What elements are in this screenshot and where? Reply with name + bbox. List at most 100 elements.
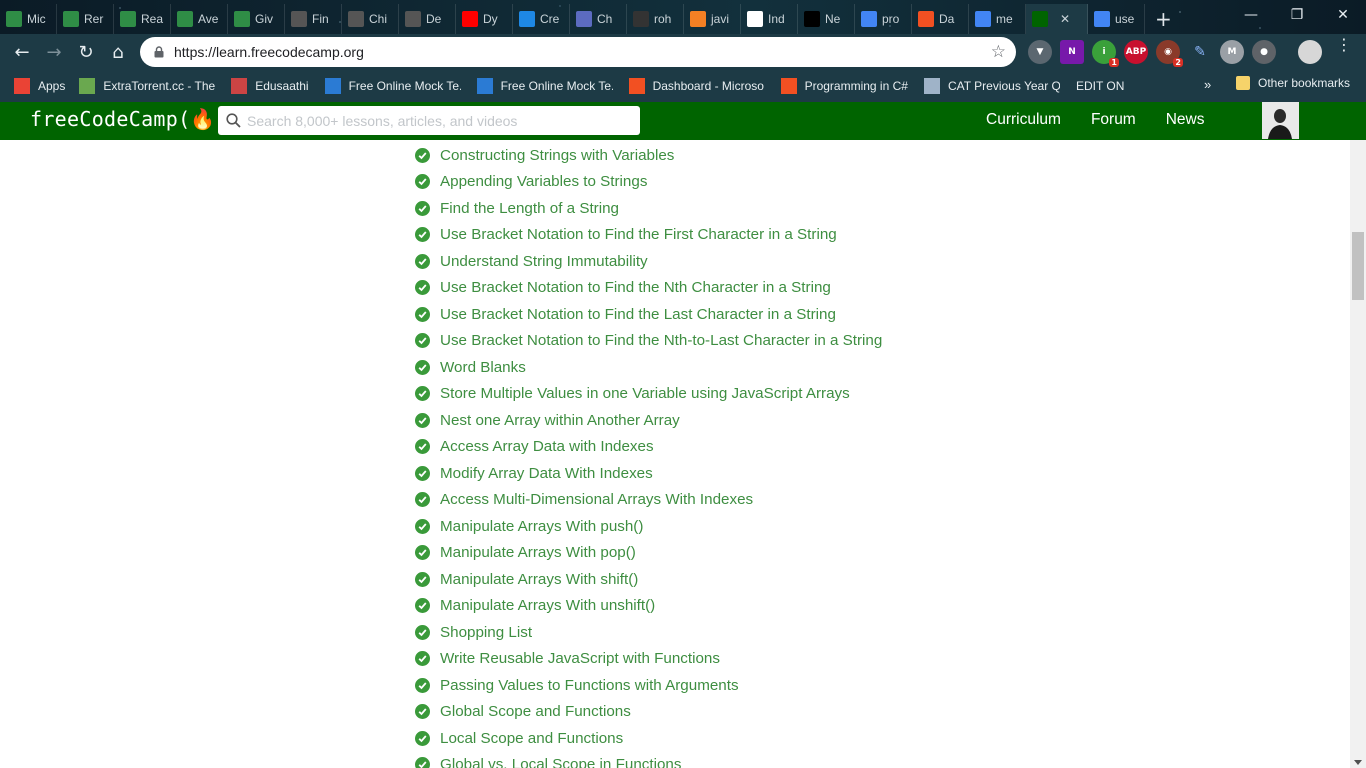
browser-tab[interactable]: De <box>399 4 456 34</box>
lesson-item: Manipulate Arrays With push() <box>415 513 882 540</box>
tab-strip: Mic Rer Rea Ave Giv Fin Chi De Dy Cre Ch roh javi Ind… <box>0 0 1366 34</box>
lesson-link[interactable]: Global Scope and Functions <box>440 703 631 720</box>
lesson-link[interactable]: Manipulate Arrays With shift() <box>440 571 638 588</box>
browser-menu-icon[interactable]: ⋮ <box>1336 37 1352 53</box>
m-extension-icon[interactable]: M <box>1220 40 1244 64</box>
check-circle-icon <box>415 147 430 163</box>
lesson-link[interactable]: Understand String Immutability <box>440 253 648 270</box>
browser-tab[interactable]: Giv <box>228 4 285 34</box>
lesson-link[interactable]: Appending Variables to Strings <box>440 173 647 190</box>
search-input[interactable] <box>247 112 627 129</box>
scrollbar-thumb[interactable] <box>1352 232 1364 300</box>
bookmark-item[interactable]: Edusaathi <box>231 78 309 94</box>
bookmark-item[interactable]: Free Online Mock Te... <box>476 78 613 94</box>
scroll-down-icon[interactable] <box>1354 760 1362 765</box>
browser-tab[interactable]: pro <box>855 4 912 34</box>
tab-title: Fin <box>312 12 329 26</box>
page-scrollbar[interactable] <box>1350 140 1366 768</box>
check-circle-icon <box>415 677 430 693</box>
lesson-link[interactable]: Use Bracket Notation to Find the Nth Cha… <box>440 279 831 296</box>
lesson-link[interactable]: Access Array Data with Indexes <box>440 438 654 455</box>
browser-tab[interactable]: Dy <box>456 4 513 34</box>
green-extension-icon[interactable]: i1 <box>1092 40 1119 67</box>
reload-icon[interactable]: ↻ <box>70 36 102 68</box>
browser-tab[interactable]: Ave <box>171 4 228 34</box>
browser-tab[interactable]: Chi <box>342 4 399 34</box>
minimize-icon[interactable]: — <box>1228 0 1274 30</box>
lesson-link[interactable]: Nest one Array within Another Array <box>440 412 680 429</box>
lesson-link[interactable]: Use Bracket Notation to Find the First C… <box>440 226 837 243</box>
bookmark-item[interactable]: Programming in C# <box>780 78 908 94</box>
lesson-link[interactable]: Passing Values to Functions with Argumen… <box>440 677 739 694</box>
profile-avatar-icon[interactable] <box>1298 40 1322 64</box>
lesson-link[interactable]: Write Reusable JavaScript with Functions <box>440 650 720 667</box>
bookmark-item[interactable]: ExtraTorrent.cc - The <box>79 78 215 94</box>
bookmark-label: Edusaathi <box>255 79 309 93</box>
browser-tab[interactable]: Cre <box>513 4 570 34</box>
close-tab-icon[interactable]: ✕ <box>1060 12 1070 26</box>
globe-extension-icon[interactable]: ● <box>1252 40 1276 64</box>
other-bookmarks[interactable]: Other bookmarks <box>1236 76 1350 90</box>
lesson-item: Passing Values to Functions with Argumen… <box>415 672 882 699</box>
browser-tab[interactable]: ✕ <box>1026 4 1088 34</box>
lesson-link[interactable]: Use Bracket Notation to Find the Last Ch… <box>440 306 836 323</box>
pocket-extension-icon[interactable]: ▼ <box>1028 40 1052 64</box>
bookmark-item[interactable]: EDIT ON <box>1076 79 1124 93</box>
fcc-logo[interactable]: freeCodeCamp(🔥) <box>30 107 228 131</box>
onenote-extension-icon[interactable]: N <box>1060 40 1084 64</box>
browser-tab[interactable]: Rea <box>114 4 171 34</box>
browser-tab[interactable]: Rer <box>57 4 114 34</box>
browser-tab[interactable]: Fin <box>285 4 342 34</box>
lesson-link[interactable]: Access Multi-Dimensional Arrays With Ind… <box>440 491 753 508</box>
bookmark-label: Programming in C# <box>804 79 908 93</box>
nav-news-link[interactable]: News <box>1166 111 1205 129</box>
bookmark-item[interactable]: Apps <box>14 78 65 94</box>
lesson-link[interactable]: Local Scope and Functions <box>440 730 623 747</box>
lesson-link[interactable]: Manipulate Arrays With push() <box>440 518 643 535</box>
lesson-link[interactable]: Find the Length of a String <box>440 200 619 217</box>
restore-icon[interactable]: ❐ <box>1274 0 1320 30</box>
more-bookmarks-icon[interactable]: » <box>1204 77 1211 92</box>
check-circle-icon <box>415 359 430 375</box>
forward-icon[interactable]: → <box>38 36 70 68</box>
check-circle-icon <box>415 545 430 561</box>
bookmark-item[interactable]: Dashboard - Microso... <box>628 78 765 94</box>
lesson-link[interactable]: Modify Array Data With Indexes <box>440 465 653 482</box>
nav-curriculum-link[interactable]: Curriculum <box>986 111 1061 129</box>
lesson-link[interactable]: Shopping List <box>440 624 532 641</box>
browser-tab[interactable]: javi <box>684 4 741 34</box>
cookie-extension-icon[interactable]: ◉ 2 <box>1156 40 1183 67</box>
lesson-link[interactable]: Constructing Strings with Variables <box>440 147 674 164</box>
adblock-plus-icon[interactable]: ABP <box>1124 40 1148 64</box>
home-icon[interactable]: ⌂ <box>102 36 134 68</box>
browser-tab[interactable]: roh <box>627 4 684 34</box>
fcc-navbar: freeCodeCamp(🔥) Curriculum Forum News <box>0 102 1366 140</box>
bookmark-item[interactable]: CAT Previous Year Q... <box>923 78 1060 94</box>
browser-tab[interactable]: Ch <box>570 4 627 34</box>
tab-title: use <box>1115 12 1135 26</box>
apps-grid-icon <box>14 78 30 94</box>
lesson-link[interactable]: Manipulate Arrays With pop() <box>440 544 636 561</box>
lesson-link[interactable]: Word Blanks <box>440 359 526 376</box>
user-avatar[interactable] <box>1262 102 1299 139</box>
lesson-link[interactable]: Global vs. Local Scope in Functions <box>440 756 681 768</box>
browser-tab[interactable]: Ind <box>741 4 798 34</box>
browser-tab[interactable]: Ne <box>798 4 855 34</box>
bookmark-star-icon[interactable]: ☆ <box>991 42 1006 62</box>
browser-tab[interactable]: Da <box>912 4 969 34</box>
new-tab-icon[interactable]: + <box>1155 4 1172 34</box>
close-window-icon[interactable]: ✕ <box>1320 0 1366 30</box>
address-bar[interactable]: https://learn.freecodecamp.org ☆ <box>140 37 1016 67</box>
lesson-link[interactable]: Manipulate Arrays With unshift() <box>440 597 655 614</box>
pen-extension-icon[interactable]: ✎ <box>1188 40 1212 64</box>
lesson-link[interactable]: Store Multiple Values in one Variable us… <box>440 385 850 402</box>
nav-forum-link[interactable]: Forum <box>1091 111 1136 129</box>
bookmark-item[interactable]: Free Online Mock Te... <box>324 78 461 94</box>
stackoverflow-icon <box>690 11 706 27</box>
lesson-link[interactable]: Use Bracket Notation to Find the Nth-to-… <box>440 332 882 349</box>
browser-tab[interactable]: me <box>969 4 1026 34</box>
browser-tab[interactable]: Mic <box>0 4 57 34</box>
google-icon <box>861 11 877 27</box>
browser-tab[interactable]: use <box>1088 4 1145 34</box>
back-icon[interactable]: ← <box>6 36 38 68</box>
